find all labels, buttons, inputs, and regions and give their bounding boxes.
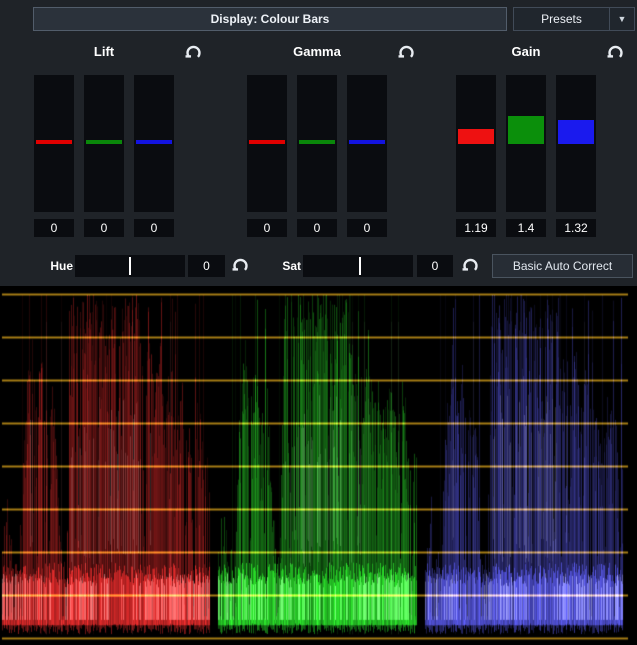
colour-correct-panel: Display: Colour Bars Presets ▼ Lift 0 0 … bbox=[0, 0, 637, 645]
gamma-green-handle[interactable] bbox=[299, 140, 335, 144]
gain-blue-handle[interactable] bbox=[558, 120, 594, 144]
lift-blue-value: 0 bbox=[134, 219, 174, 237]
gamma-red-slider[interactable] bbox=[247, 75, 287, 212]
gamma-green-slider[interactable] bbox=[297, 75, 337, 212]
gain-section: Gain 1.19 1.4 1.32 bbox=[456, 40, 596, 240]
gamma-blue-slider[interactable] bbox=[347, 75, 387, 212]
gamma-red-handle[interactable] bbox=[249, 140, 285, 144]
sat-reset-icon[interactable] bbox=[461, 256, 480, 275]
gain-reset-icon[interactable] bbox=[606, 43, 625, 62]
gamma-green-value: 0 bbox=[297, 219, 337, 237]
gain-blue-slider[interactable] bbox=[556, 75, 596, 212]
lift-red-slider[interactable] bbox=[34, 75, 74, 212]
lift-title: Lift bbox=[34, 44, 174, 59]
lift-green-handle[interactable] bbox=[86, 140, 122, 144]
gamma-blue-value: 0 bbox=[347, 219, 387, 237]
hue-value: 0 bbox=[188, 255, 225, 277]
lift-green-slider[interactable] bbox=[84, 75, 124, 212]
gain-blue-value: 1.32 bbox=[556, 219, 596, 237]
gain-red-slider[interactable] bbox=[456, 75, 496, 212]
gain-red-handle[interactable] bbox=[458, 129, 494, 144]
lift-section: Lift 0 0 0 bbox=[34, 40, 174, 240]
gamma-title: Gamma bbox=[247, 44, 387, 59]
sat-value: 0 bbox=[417, 255, 453, 277]
gamma-reset-icon[interactable] bbox=[397, 43, 416, 62]
lift-blue-slider[interactable] bbox=[134, 75, 174, 212]
sat-slider-handle[interactable] bbox=[359, 257, 361, 275]
presets-button[interactable]: Presets ▼ bbox=[513, 7, 635, 31]
chevron-down-icon[interactable]: ▼ bbox=[609, 8, 634, 30]
hue-label: Hue bbox=[28, 255, 73, 277]
presets-label: Presets bbox=[514, 12, 609, 26]
basic-auto-correct-button[interactable]: Basic Auto Correct bbox=[492, 254, 633, 278]
display-mode-button[interactable]: Display: Colour Bars bbox=[33, 7, 507, 31]
lift-red-value: 0 bbox=[34, 219, 74, 237]
gamma-section: Gamma 0 0 0 bbox=[247, 40, 387, 240]
hue-reset-icon[interactable] bbox=[231, 256, 250, 275]
lift-green-value: 0 bbox=[84, 219, 124, 237]
gain-green-handle[interactable] bbox=[508, 116, 544, 144]
sat-slider[interactable] bbox=[303, 255, 413, 277]
hue-slider[interactable] bbox=[75, 255, 185, 277]
gain-red-value: 1.19 bbox=[456, 219, 496, 237]
gamma-blue-handle[interactable] bbox=[349, 140, 385, 144]
rgb-waveform-scope bbox=[0, 286, 637, 645]
lift-red-handle[interactable] bbox=[36, 140, 72, 144]
gain-green-slider[interactable] bbox=[506, 75, 546, 212]
gamma-red-value: 0 bbox=[247, 219, 287, 237]
gain-green-value: 1.4 bbox=[506, 219, 546, 237]
sat-label: Sat bbox=[260, 255, 301, 277]
hue-slider-handle[interactable] bbox=[129, 257, 131, 275]
lift-blue-handle[interactable] bbox=[136, 140, 172, 144]
lift-reset-icon[interactable] bbox=[184, 43, 203, 62]
gain-title: Gain bbox=[456, 44, 596, 59]
